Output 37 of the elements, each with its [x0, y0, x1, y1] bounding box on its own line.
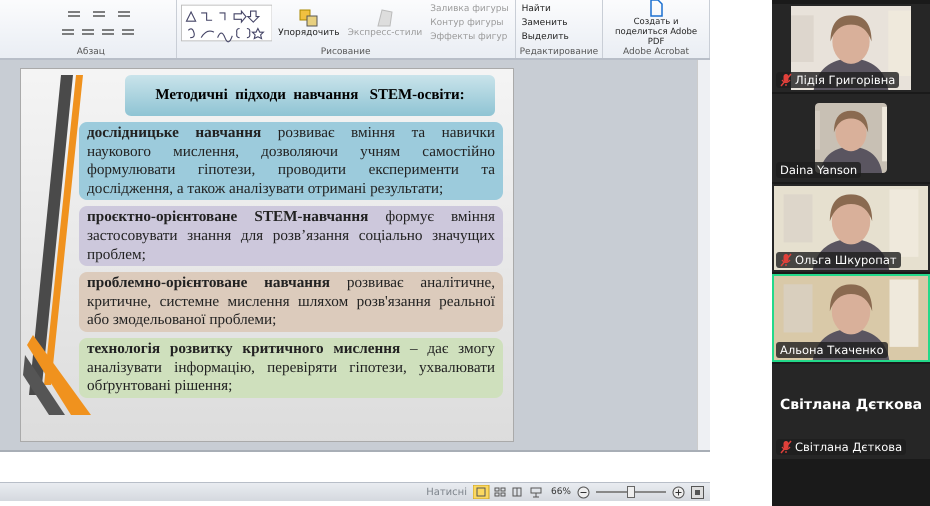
- arrange-icon: [298, 8, 320, 28]
- participant-tile[interactable]: Альона Ткаченко: [772, 274, 930, 362]
- create-pdf-button[interactable]: Создать и поделиться Adobe PDF: [607, 0, 705, 46]
- participant-name-tag: Лідія Григорівна: [776, 72, 900, 88]
- edit-command-button[interactable]: Заменить: [520, 16, 571, 30]
- ribbon-group-label: Абзац: [76, 46, 106, 58]
- slide-paragraph: технологія розвитку критичного мислення – дає змогу аналізувати інформацію, перевіряти гіпотези, ухвалювати обґрунтовані рішення;: [79, 338, 503, 398]
- participant-name-tag: Ольга Шкуропат: [776, 252, 901, 268]
- status-hint: Натисні: [426, 486, 467, 498]
- participant-name-tag: Daina Yanson: [776, 162, 862, 178]
- participant-tile[interactable]: Daina Yanson: [772, 94, 930, 182]
- participant-tile[interactable]: Світлана Дєткова Світлана Дєткова: [772, 364, 930, 459]
- participant-name-title: Світлана Дєткова: [780, 396, 922, 412]
- arrange-button[interactable]: Упорядочить: [276, 8, 342, 38]
- zoom-out-icon[interactable]: [577, 486, 590, 498]
- document-icon: [648, 0, 664, 17]
- edit-command-button[interactable]: Выделить: [520, 30, 571, 44]
- slide-paragraph: проєктно-орієнтоване STEM-навчання формує вміння застосовувати знання для розв’язання соціально значущих проблем;: [79, 206, 503, 266]
- shapes-gallery-icon[interactable]: [180, 3, 272, 43]
- participant-name-tag: Світлана Дєткова: [776, 439, 906, 455]
- muted-mic-icon: [780, 440, 792, 454]
- zoom-thumb[interactable]: [627, 486, 635, 498]
- muted-mic-icon: [780, 253, 792, 267]
- participant-tile[interactable]: Ольга Шкуропат: [772, 184, 930, 272]
- participant-name-tag: Альона Ткаченко: [776, 342, 888, 358]
- muted-mic-icon: [780, 73, 792, 87]
- fit-slide-icon[interactable]: [691, 486, 704, 498]
- zoom-in-icon[interactable]: [672, 486, 685, 498]
- slide-title: Методичні підходи навчання STEM-освіти:: [125, 75, 495, 116]
- ribbon-group-label: Adobe Acrobat: [622, 46, 690, 58]
- ribbon-group-label: Рисование: [320, 46, 372, 58]
- slide-paragraph: проблемно-орієнтоване навчання розвиває аналітичне, критичне, системне мислення шляхом розв'язання реальної або змодельованої проблеми;: [79, 272, 503, 332]
- slide-paragraph: дослідницьке навчання розвиває вміння та навички наукового мислення, дозволяючи учням самостійно формулювати гіпотези, проводити експерименти та дослідження, а також аналізувати отримані результати;: [79, 122, 503, 200]
- participant-tile[interactable]: Лідія Григорівна: [772, 4, 930, 92]
- edit-command-button[interactable]: Найти: [520, 2, 571, 16]
- ribbon-group-label: Редактирование: [520, 46, 598, 58]
- zoom-level: 66%: [550, 487, 571, 497]
